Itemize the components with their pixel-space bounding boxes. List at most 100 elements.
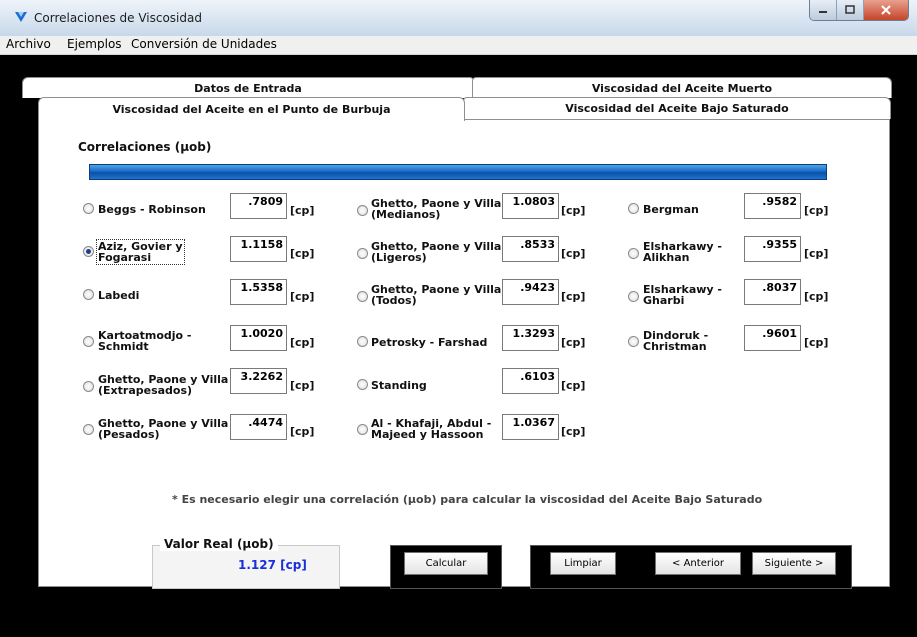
label-standing: Standing bbox=[371, 379, 427, 392]
value-box-al-khafaji: 1.0367 bbox=[502, 414, 559, 440]
radio-petrosky-farshad[interactable] bbox=[357, 336, 368, 347]
unit-label: [cp] bbox=[290, 204, 315, 217]
radio-ghetto-todos[interactable] bbox=[357, 291, 368, 302]
correlation-note: * Es necesario elegir una correlación (µ… bbox=[172, 493, 763, 506]
value-bergman: .9582 bbox=[762, 195, 797, 208]
title-bar: Correlaciones de Viscosidad bbox=[0, 0, 917, 37]
label-ghetto-todos: Ghetto, Paone y Villa (Todos) bbox=[371, 283, 502, 307]
value-box-beggs-robinson: .7809 bbox=[230, 193, 287, 219]
limpiar-button[interactable]: Limpiar bbox=[550, 552, 616, 575]
window-controls bbox=[809, 0, 909, 21]
value-ghetto-todos: .9423 bbox=[520, 281, 555, 294]
tab-viscosidad-punto-burbuja[interactable]: Viscosidad del Aceite en el Punto de Bur… bbox=[38, 97, 465, 121]
tab-viscosidad-bajo-saturado[interactable]: Viscosidad del Aceite Bajo Saturado bbox=[463, 97, 891, 119]
radio-aziz-govier-fogarasi[interactable] bbox=[83, 246, 94, 257]
label-labedi: Labedi bbox=[98, 289, 140, 302]
value-box-ghetto-pesados: .4474 bbox=[230, 414, 287, 440]
label-elsharkawy-alikhan: Elsharkawy - Alikhan bbox=[643, 240, 722, 264]
radio-ghetto-medianos[interactable] bbox=[357, 205, 368, 216]
value-box-dindoruk-christman: .9601 bbox=[744, 325, 801, 351]
value-petrosky-farshad: 1.3293 bbox=[512, 327, 555, 340]
siguiente-button[interactable]: Siguiente > bbox=[752, 552, 836, 575]
valor-real-title: Valor Real (µob) bbox=[160, 537, 278, 551]
close-button[interactable] bbox=[864, 0, 908, 20]
value-ghetto-pesados: .4474 bbox=[248, 416, 283, 429]
value-aziz-govier-fogarasi: 1.1158 bbox=[240, 238, 283, 251]
unit-label: [cp] bbox=[290, 290, 315, 303]
menu-ejemplos[interactable]: Ejemplos bbox=[67, 37, 122, 51]
calcular-button[interactable]: Calcular bbox=[404, 552, 488, 575]
unit-label: [cp] bbox=[804, 336, 829, 349]
unit-label: [cp] bbox=[290, 379, 315, 392]
unit-label: [cp] bbox=[561, 379, 586, 392]
value-box-aziz-govier-fogarasi: 1.1158 bbox=[230, 236, 287, 262]
progress-bar bbox=[89, 164, 827, 180]
unit-label: [cp] bbox=[561, 425, 586, 438]
value-elsharkawy-gharbi: .8037 bbox=[762, 281, 797, 294]
app-window: Correlaciones de Viscosidad Archivo Ejem… bbox=[0, 0, 917, 637]
value-ghetto-medianos: 1.0803 bbox=[512, 195, 555, 208]
unit-label: [cp] bbox=[804, 290, 829, 303]
radio-dindoruk-christman[interactable] bbox=[628, 336, 639, 347]
value-box-elsharkawy-alikhan: .9355 bbox=[744, 236, 801, 262]
value-box-standing: .6103 bbox=[502, 368, 559, 394]
unit-label: [cp] bbox=[561, 336, 586, 349]
value-box-ghetto-medianos: 1.0803 bbox=[502, 193, 559, 219]
unit-label: [cp] bbox=[290, 336, 315, 349]
label-elsharkawy-gharbi: Elsharkawy - Gharbi bbox=[643, 283, 722, 307]
label-al-khafaji: Al - Khafaji, Abdul - Majeed y Hassoon bbox=[371, 417, 492, 441]
menu-bar: Archivo Ejemplos Conversión de Unidades bbox=[0, 36, 917, 55]
value-box-ghetto-ligeros: .8533 bbox=[502, 236, 559, 262]
value-ghetto-extrapesados: 3.2262 bbox=[240, 370, 283, 383]
menu-archivo[interactable]: Archivo bbox=[6, 37, 51, 51]
value-elsharkawy-alikhan: .9355 bbox=[762, 238, 797, 251]
value-box-petrosky-farshad: 1.3293 bbox=[502, 325, 559, 351]
label-ghetto-medianos: Ghetto, Paone y Villa (Medianos) bbox=[371, 197, 502, 221]
label-dindoruk-christman: Dindoruk - Christman bbox=[643, 329, 709, 353]
label-aziz-govier-fogarasi: Aziz, Govier y Fogarasi bbox=[96, 239, 185, 265]
radio-al-khafaji[interactable] bbox=[357, 424, 368, 435]
radio-bergman[interactable] bbox=[628, 203, 639, 214]
label-bergman: Bergman bbox=[643, 203, 699, 216]
unit-label: [cp] bbox=[804, 204, 829, 217]
valor-real-value: 1.127 [cp] bbox=[238, 558, 307, 572]
value-box-elsharkawy-gharbi: .8037 bbox=[744, 279, 801, 305]
tab-viscosidad-aceite-muerto[interactable]: Viscosidad del Aceite Muerto bbox=[472, 77, 892, 98]
radio-ghetto-ligeros[interactable] bbox=[357, 248, 368, 259]
label-kartoatmodjo-schmidt: Kartoatmodjo - Schmidt bbox=[98, 329, 192, 353]
value-box-ghetto-todos: .9423 bbox=[502, 279, 559, 305]
unit-label: [cp] bbox=[561, 204, 586, 217]
minimize-icon bbox=[819, 11, 827, 13]
maximize-button[interactable] bbox=[837, 0, 864, 20]
minimize-button[interactable] bbox=[810, 0, 837, 20]
value-box-bergman: .9582 bbox=[744, 193, 801, 219]
anterior-button[interactable]: < Anterior bbox=[655, 552, 741, 575]
menu-conversion-unidades[interactable]: Conversión de Unidades bbox=[131, 37, 277, 51]
tab-datos-entrada[interactable]: Datos de Entrada bbox=[22, 77, 474, 98]
unit-label: [cp] bbox=[561, 247, 586, 260]
label-ghetto-extrapesados: Ghetto, Paone y Villa (Extrapesados) bbox=[98, 373, 229, 397]
value-box-ghetto-extrapesados: 3.2262 bbox=[230, 368, 287, 394]
correlaciones-title: Correlaciones (µob) bbox=[73, 140, 217, 154]
radio-elsharkawy-gharbi[interactable] bbox=[628, 291, 639, 302]
label-beggs-robinson: Beggs - Robinson bbox=[98, 203, 206, 216]
radio-standing[interactable] bbox=[357, 379, 368, 390]
value-labedi: 1.5358 bbox=[240, 281, 283, 294]
radio-beggs-robinson[interactable] bbox=[83, 203, 94, 214]
label-petrosky-farshad: Petrosky - Farshad bbox=[371, 336, 488, 349]
value-standing: .6103 bbox=[520, 370, 555, 383]
radio-elsharkawy-alikhan[interactable] bbox=[628, 248, 639, 259]
value-beggs-robinson: .7809 bbox=[248, 195, 283, 208]
close-icon bbox=[881, 5, 891, 15]
radio-ghetto-pesados[interactable] bbox=[83, 424, 94, 435]
unit-label: [cp] bbox=[290, 247, 315, 260]
value-ghetto-ligeros: .8533 bbox=[520, 238, 555, 251]
tab-content bbox=[38, 119, 890, 587]
radio-labedi[interactable] bbox=[83, 289, 94, 300]
radio-ghetto-extrapesados[interactable] bbox=[83, 381, 94, 392]
value-box-labedi: 1.5358 bbox=[230, 279, 287, 305]
app-icon bbox=[15, 12, 27, 22]
maximize-icon bbox=[845, 5, 855, 14]
radio-kartoatmodjo-schmidt[interactable] bbox=[83, 336, 94, 347]
unit-label: [cp] bbox=[804, 247, 829, 260]
